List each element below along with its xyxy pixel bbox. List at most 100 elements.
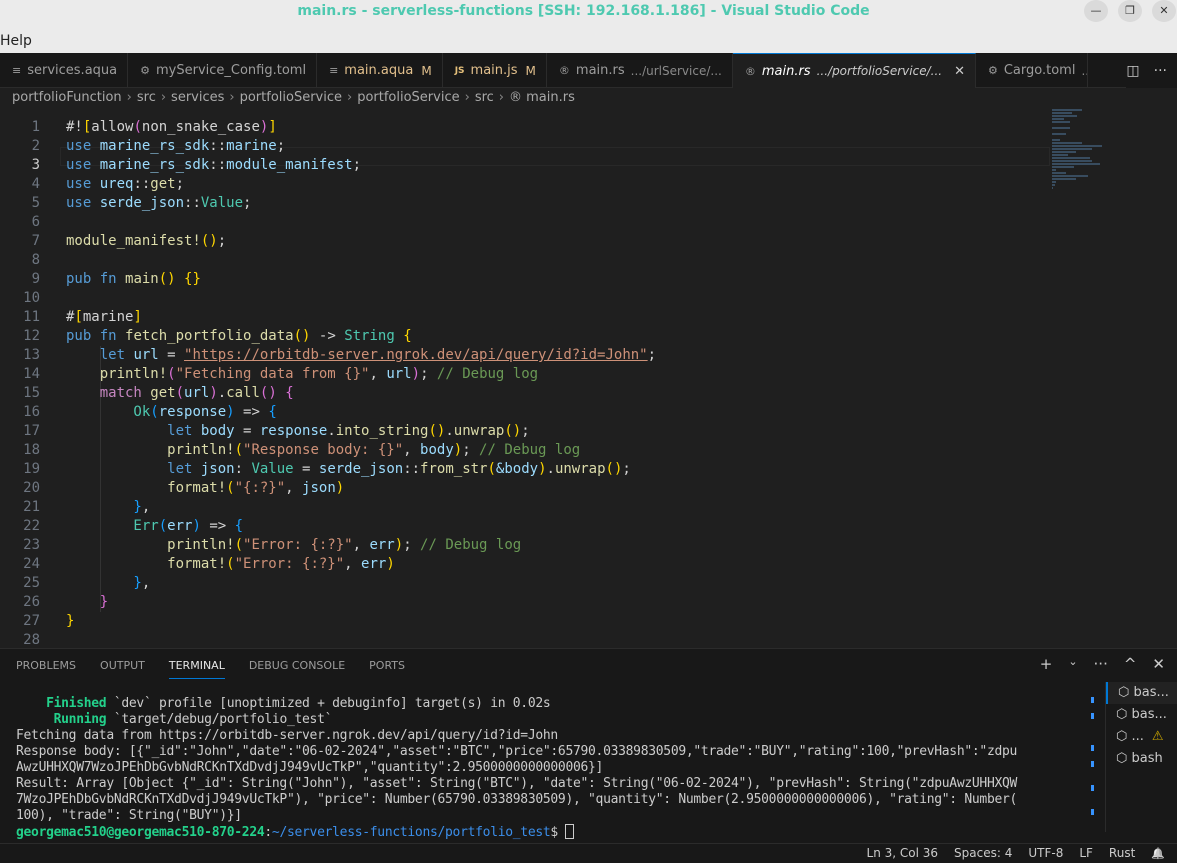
- tab-main-aqua[interactable]: ≡ main.aqua M: [317, 53, 443, 88]
- minimap-line: [1052, 154, 1068, 156]
- terminal-text: georgemac510@georgemac510-870-224: [16, 825, 265, 840]
- code-token: ;: [243, 195, 252, 211]
- code-token: (: [226, 556, 235, 572]
- minimap-line: [1052, 175, 1088, 177]
- tab-main-rs[interactable]: ® main.rs .../portfolioService/... ✕: [732, 53, 976, 88]
- panel-tab-debug-console[interactable]: DEBUG CONSOLE: [249, 657, 345, 679]
- terminal-instance[interactable]: ⬡ bash: [1106, 748, 1177, 770]
- minimap-line: [1052, 184, 1055, 186]
- code-token: ;: [217, 233, 227, 249]
- code-token: (: [150, 404, 159, 420]
- code-token: .: [217, 385, 227, 401]
- breadcrumb-item[interactable]: portfolioService: [240, 90, 342, 105]
- file-type-icon: ≡: [329, 64, 339, 77]
- close-panel-icon[interactable]: ✕: [1152, 655, 1165, 673]
- file-type-icon: ®: [558, 64, 570, 77]
- close-tab-icon[interactable]: ✕: [954, 64, 965, 79]
- terminal-instance[interactable]: ⬡ bas...: [1106, 704, 1177, 726]
- encoding[interactable]: UTF-8: [1028, 844, 1063, 863]
- breadcrumb-item[interactable]: main.rs: [526, 90, 575, 105]
- code-token: {: [276, 385, 294, 401]
- code-line: use marine_rs_sdk::marine;: [66, 137, 285, 156]
- more-actions-icon[interactable]: ···: [1154, 63, 1167, 79]
- title-bar: main.rs - serverless-functions [SSH: 192…: [0, 0, 1177, 28]
- code-line: println!("Error: {:?}", err); // Debug l…: [66, 536, 521, 555]
- minimize-button[interactable]: —: [1084, 0, 1108, 22]
- tab-services-aqua[interactable]: ≡ services.aqua: [0, 53, 129, 88]
- code-line: format!("{:?}", json): [66, 479, 344, 498]
- close-window-button[interactable]: ✕: [1152, 0, 1176, 22]
- code-token: body: [420, 442, 454, 458]
- code-token: marine: [82, 309, 134, 325]
- terminal-text: Finished: [16, 696, 107, 711]
- line-ending[interactable]: LF: [1079, 844, 1093, 863]
- scroll-marker: [1091, 761, 1094, 767]
- code-token: =>: [234, 404, 269, 420]
- terminal-name: ...: [1131, 729, 1144, 744]
- code-line: use ureq::get;: [66, 175, 184, 194]
- breadcrumb-item[interactable]: portfolioService: [357, 90, 459, 105]
- line-number: 25: [23, 575, 40, 591]
- new-terminal-button[interactable]: +: [1040, 655, 1053, 673]
- code-token: ): [335, 480, 345, 496]
- breadcrumb-item[interactable]: src: [475, 90, 494, 105]
- panel-tab-terminal[interactable]: TERMINAL: [168, 657, 225, 679]
- breadcrumb-item[interactable]: src: [137, 90, 156, 105]
- terminal-output[interactable]: Finished `dev` profile [unoptimized + de…: [16, 696, 1017, 841]
- code-token: call: [226, 385, 260, 401]
- line-number: 21: [23, 499, 40, 515]
- modified-badge: M: [525, 63, 536, 78]
- code-line: #[marine]: [66, 308, 142, 327]
- code-token: response: [259, 423, 328, 439]
- code-token: "Error: {:?}": [243, 537, 353, 553]
- restore-button[interactable]: ❐: [1118, 0, 1142, 22]
- code-token: (: [226, 480, 235, 496]
- notifications-bell-icon[interactable]: 🔔: [1151, 844, 1165, 863]
- indentation[interactable]: Spaces: 4: [954, 844, 1012, 863]
- split-editor-icon[interactable]: ◫: [1126, 63, 1139, 79]
- code-editor[interactable]: 1 #![allow(non_snake_case)] 2 use marine_rs…: [0, 109, 1177, 648]
- tab-main-js[interactable]: JS main.js M: [443, 53, 547, 88]
- terminal-dropdown-icon[interactable]: ⌄: [1068, 655, 1077, 673]
- cursor-position[interactable]: Ln 3, Col 36: [867, 844, 939, 863]
- rust-file-icon: ®: [509, 90, 527, 105]
- code-token: pub: [66, 271, 100, 287]
- code-token: (: [158, 518, 168, 534]
- minimap[interactable]: [1052, 109, 1132, 189]
- code-token: {: [268, 404, 277, 420]
- minimap-line: [1052, 181, 1056, 183]
- code-token: #!: [66, 119, 83, 135]
- maximize-panel-icon[interactable]: ^: [1124, 655, 1137, 673]
- breadcrumb-item[interactable]: services: [171, 90, 224, 105]
- panel-tab-ports[interactable]: PORTS: [369, 657, 405, 679]
- code-token: ,: [369, 366, 387, 382]
- code-token: body: [200, 423, 235, 439]
- tab-label: Cargo.toml: [1003, 63, 1076, 78]
- tab-myService_Config-toml[interactable]: ⚙ myService_Config.toml: [128, 53, 318, 88]
- tab-Cargo-toml[interactable]: ⚙ Cargo.toml..: [976, 53, 1088, 88]
- language-mode[interactable]: Rust: [1109, 844, 1135, 863]
- more-actions-icon[interactable]: ···: [1094, 655, 1108, 673]
- scroll-marker: [1091, 785, 1094, 791]
- menu-help[interactable]: Help: [0, 33, 32, 49]
- code-token: ureq: [99, 176, 134, 192]
- code-token: ::: [133, 176, 151, 192]
- breadcrumb: portfolioFunction › src › services › portfolio…: [12, 90, 575, 105]
- code-line: match get(url).call() {: [66, 384, 294, 403]
- tab-label: main.rs: [761, 63, 811, 79]
- terminal-text: AwzUHHXQW7WzoJPEhDbGvbNdRCKnTXdDvdjJ949v…: [16, 760, 604, 775]
- breadcrumb-item[interactable]: portfolioFunction: [12, 90, 122, 105]
- terminal-text: 7WzoJPEhDbGvbNdRCKnTXdDvdjJ949vUcTkP"), …: [16, 792, 1018, 807]
- terminal-instance[interactable]: ⬡ ... ⚠: [1106, 726, 1177, 748]
- panel-tab-problems[interactable]: PROBLEMS: [16, 657, 76, 679]
- terminal-instance[interactable]: ⬡ bas...: [1106, 682, 1177, 704]
- terminal-text: Result: Array [Object {"_id": String("Jo…: [16, 776, 1018, 791]
- tab-main-rs[interactable]: ® main.rs .../urlService/...: [547, 53, 733, 88]
- line-number: 24: [23, 556, 40, 572]
- code-token: ::: [184, 195, 201, 211]
- menu-bar: Help: [0, 28, 1177, 53]
- code-token: ]: [268, 119, 277, 135]
- code-token: (: [133, 119, 142, 135]
- warning-icon: ⚠: [1151, 729, 1164, 744]
- panel-tab-output[interactable]: OUTPUT: [100, 657, 145, 679]
